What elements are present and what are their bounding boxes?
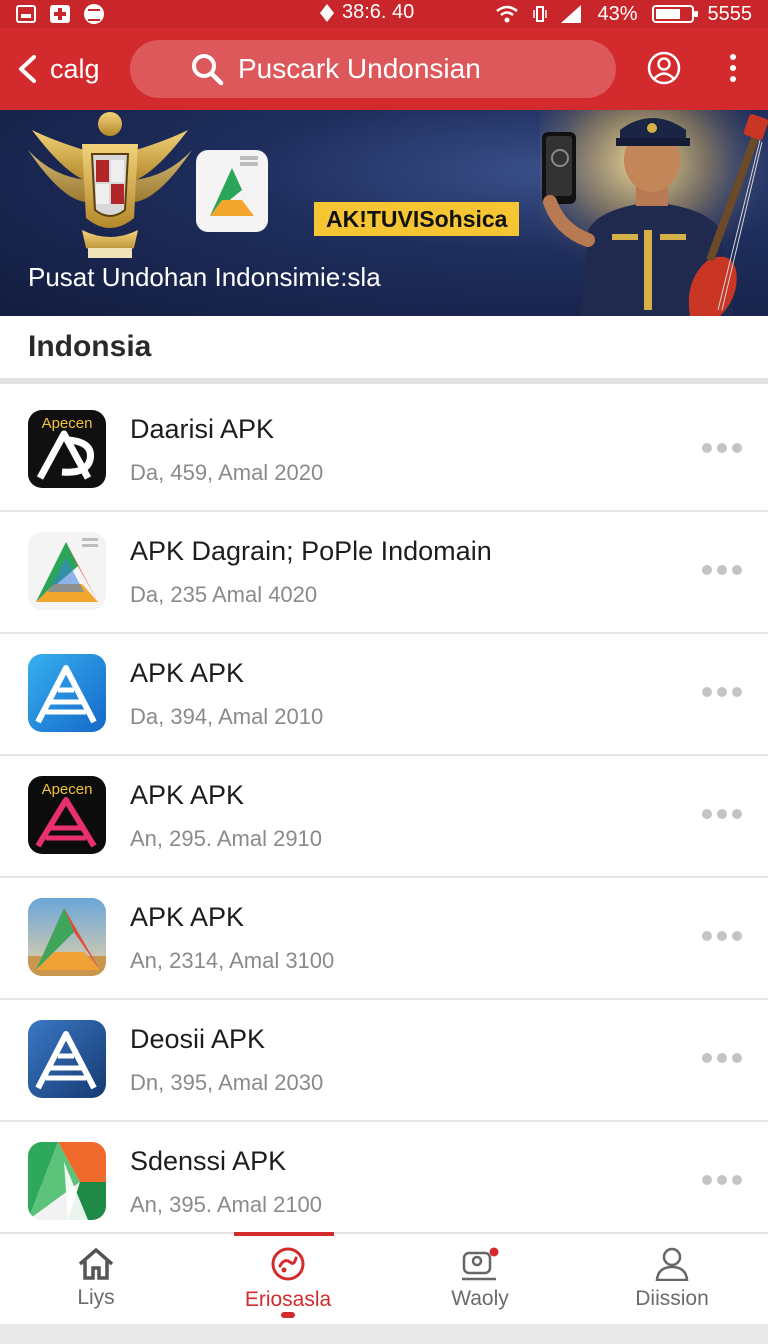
blue-a-icon [28, 654, 106, 732]
app-name: APK APK [130, 780, 245, 810]
health-icon [50, 5, 70, 23]
more-vertical-icon [730, 54, 736, 60]
row-more-button[interactable] [702, 1048, 742, 1068]
nav-home[interactable]: Liys [0, 1234, 192, 1324]
nav-label: Eriosasla [244, 1288, 332, 1311]
app-meta: Da, 235 Amal 4020 [130, 582, 318, 607]
more-horizontal-icon [702, 687, 712, 697]
list-item[interactable]: Sdenssi APK An, 395. Amal 2100 [0, 1122, 768, 1244]
garuda-emblem-icon [28, 112, 192, 258]
app-bar: calg Puscark Undonsian [0, 28, 768, 110]
active-indicator [234, 1232, 334, 1236]
row-more-button[interactable] [702, 682, 742, 702]
nav-label: Waoly [451, 1287, 509, 1310]
discover-icon [271, 1247, 305, 1281]
overflow-menu-button[interactable] [722, 50, 744, 86]
more-horizontal-icon [702, 1053, 712, 1063]
battery-icon [651, 5, 698, 23]
status-bar: 38:6. 40 43% 5555 [0, 0, 768, 28]
green-orange-icon [28, 1142, 106, 1220]
section-title: Indonsia [28, 330, 152, 363]
list-item[interactable]: Apecen APK APK An, 295. Amal 2910 [0, 756, 768, 878]
status-left-icons [16, 4, 104, 24]
more-horizontal-icon [702, 809, 712, 819]
landscape-a-icon [28, 898, 106, 976]
search-bar[interactable]: Puscark Undonsian [130, 40, 616, 98]
row-more-button[interactable] [702, 438, 742, 458]
more-horizontal-icon [702, 931, 712, 941]
wifi-icon [496, 5, 519, 23]
officer-guitar-illustration [540, 110, 768, 316]
row-more-button[interactable] [702, 804, 742, 824]
bottom-navigation: Liys Eriosasla Waoly Diission [0, 1232, 768, 1324]
location-icon [320, 3, 334, 22]
status-right-icons: 43% 5555 [495, 3, 752, 26]
svg-text:Apecen: Apecen [42, 415, 93, 432]
search-query: Puscark Undonsian [238, 53, 481, 84]
search-icon [192, 54, 224, 86]
chat-icon [462, 1247, 499, 1281]
app-meta: An, 395. Amal 2100 [130, 1192, 323, 1217]
promo-banner[interactable]: AK!TUVISohsica Pusat Undohan Indonsimie:… [0, 110, 768, 316]
system-gesture-bar [0, 1324, 768, 1344]
profile-icon [655, 1247, 689, 1281]
banner-title: Pusat Undohan Indonsimie:sla [28, 262, 381, 292]
app-name: APK APK [130, 658, 245, 688]
battery-percent: 43% [597, 2, 638, 25]
row-more-button[interactable] [702, 1170, 742, 1190]
back-button[interactable]: calg [14, 46, 100, 92]
nav-label: Diission [635, 1287, 709, 1310]
app-meta: Dn, 395, Amal 2030 [130, 1070, 324, 1095]
navy-a-icon [28, 1020, 106, 1098]
account-button[interactable] [646, 50, 682, 86]
list-item[interactable]: APK Dagrain; PoPle Indomain Da, 235 Amal… [0, 512, 768, 634]
vibrate-icon [533, 6, 548, 22]
list-item[interactable]: Deosii APK Dn, 395, Amal 2030 [0, 1000, 768, 1122]
home-icon [78, 1248, 114, 1280]
app-name: Sdenssi APK [130, 1146, 287, 1176]
row-more-button[interactable] [702, 560, 742, 580]
active-dot [281, 1312, 295, 1318]
app-meta: An, 295. Amal 2910 [130, 826, 323, 851]
app-meta: Da, 394, Amal 2010 [130, 704, 324, 729]
color-triangle-icon [28, 532, 106, 610]
app-name: Daarisi APK [130, 414, 275, 444]
app-meta: An, 2314, Amal 3100 [130, 948, 335, 973]
app-meta: Da, 459, Amal 2020 [130, 460, 324, 485]
more-horizontal-icon [702, 1175, 712, 1185]
more-horizontal-icon [702, 565, 712, 575]
section-header: Indonsia [0, 316, 768, 384]
svg-text:Apecen: Apecen [42, 781, 93, 798]
app-root: 38:6. 40 43% 5555 calg Puscark Undonsian… [0, 0, 768, 1344]
banner-tag: AK!TUVISohsica [314, 202, 520, 236]
app-name: APK APK [130, 902, 245, 932]
music-icon [84, 4, 104, 24]
nav-profile[interactable]: Diission [576, 1234, 768, 1324]
app-list: Apecen Daarisi APK Da, 459, Amal 2020 AP… [0, 390, 768, 1244]
back-label: calg [50, 53, 100, 84]
notification-icon [16, 5, 36, 23]
nav-discover[interactable]: Eriosasla [192, 1232, 384, 1324]
list-item[interactable]: Apecen Daarisi APK Da, 459, Amal 2020 [0, 390, 768, 512]
status-time-group: 38:6. 40 [320, 1, 414, 24]
list-item[interactable]: APK APK Da, 394, Amal 2010 [0, 634, 768, 756]
list-item[interactable]: APK APK An, 2314, Amal 3100 [0, 878, 768, 1000]
black-a-icon: Apecen [28, 410, 106, 488]
status-time: 38:6. 40 [342, 1, 415, 23]
app-name: APK Dagrain; PoPle Indomain [130, 536, 492, 566]
nav-chat[interactable]: Waoly [384, 1234, 576, 1324]
chevron-left-icon [19, 55, 36, 83]
nav-label: Liys [77, 1286, 115, 1309]
status-extra: 5555 [707, 2, 753, 25]
more-horizontal-icon [702, 443, 712, 453]
signal-icon [561, 5, 582, 23]
row-more-button[interactable] [702, 926, 742, 946]
app-name: Deosii APK [130, 1024, 266, 1054]
black-pink-a-icon: Apecen [28, 776, 106, 854]
apk-store-logo-icon [196, 150, 268, 232]
account-icon [647, 51, 681, 85]
